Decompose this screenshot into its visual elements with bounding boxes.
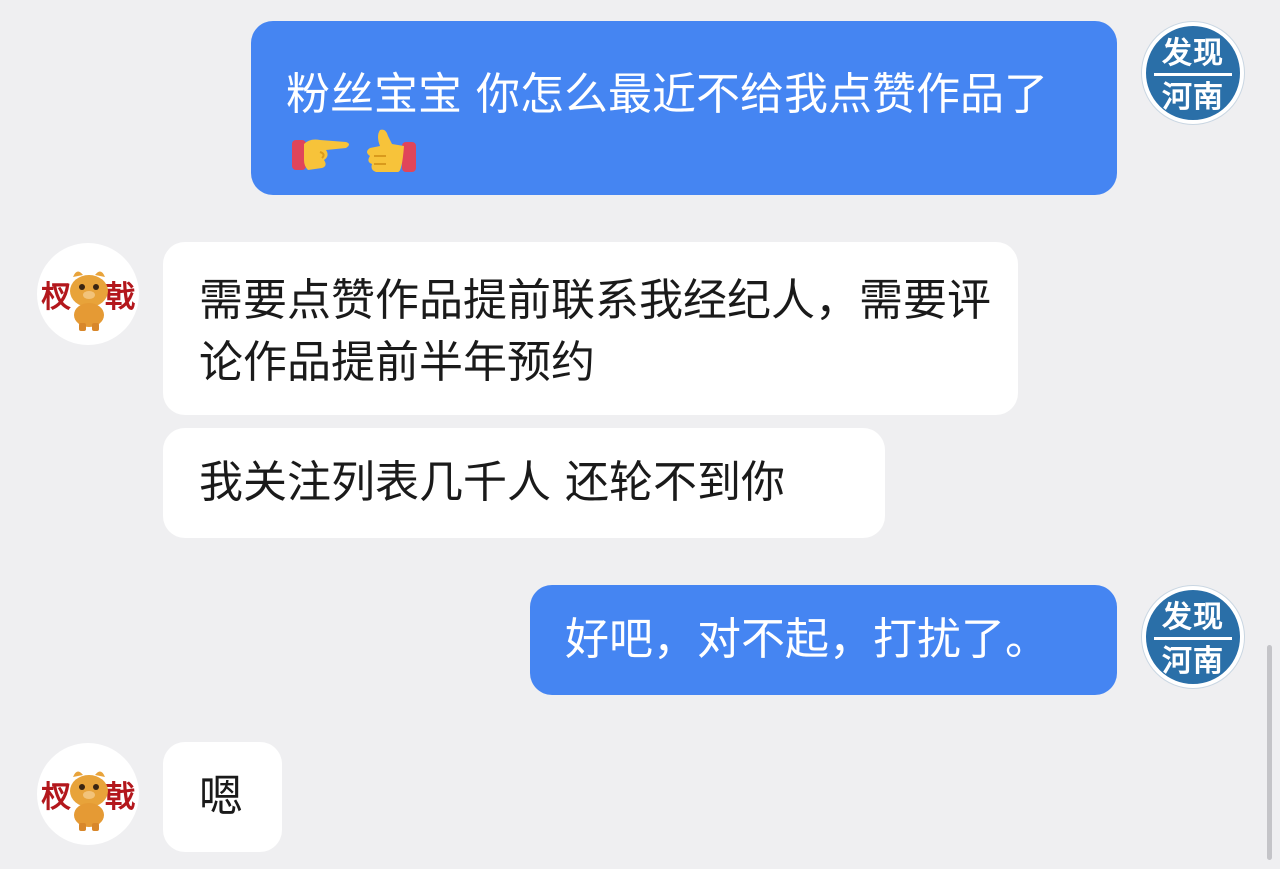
message-text: 需要点赞作品提前联系我经纪人，需要评论作品提前半年预约 [199,275,991,388]
message-text: 我关注列表几千人 还轮不到你 [199,457,785,508]
message-bubble-incoming[interactable]: 嗯 [163,742,282,852]
mascot-icon: 杈 戟 [41,271,135,331]
message-bubble-outgoing[interactable]: 粉丝宝宝 你怎么最近不给我点赞作品了 [251,21,1117,195]
mascot-icon: 杈 戟 [41,771,135,831]
svg-text:戟: 戟 [105,780,135,815]
message-text: 嗯 [199,771,243,822]
svg-text:杈: 杈 [41,780,71,815]
user-avatar[interactable]: 发现 河南 [1142,586,1244,688]
user-avatar[interactable]: 发现 河南 [1142,22,1244,124]
message-bubble-incoming[interactable]: 我关注列表几千人 还轮不到你 [163,428,885,538]
avatar-logo-line1: 发现 [1162,600,1224,635]
svg-text:戟: 戟 [105,280,135,315]
message-bubble-outgoing[interactable]: 好吧，对不起，打扰了。 [530,585,1117,695]
scrollbar[interactable] [1267,645,1272,860]
pointing-right-emoji [292,126,352,193]
contact-avatar[interactable]: 杈 戟 [37,243,139,345]
message-text: 好吧，对不起，打扰了。 [565,614,1049,665]
chat-area: 粉丝宝宝 你怎么最近不给我点赞作品了 发现 河南 杈 戟 需要点赞作品提前联系我… [0,0,1280,869]
avatar-logo-line1: 发现 [1162,36,1224,71]
avatar-logo-divider [1154,637,1232,640]
avatar-logo-line2: 河南 [1162,80,1224,115]
avatar-logo-divider [1154,73,1232,76]
contact-avatar[interactable]: 杈 戟 [37,743,139,845]
svg-text:杈: 杈 [41,280,71,315]
avatar-logo-line2: 河南 [1162,644,1224,679]
thumbs-up-emoji [358,126,418,193]
message-text: 粉丝宝宝 你怎么最近不给我点赞作品了 [286,69,1048,120]
message-bubble-incoming[interactable]: 需要点赞作品提前联系我经纪人，需要评论作品提前半年预约 [163,242,1018,415]
